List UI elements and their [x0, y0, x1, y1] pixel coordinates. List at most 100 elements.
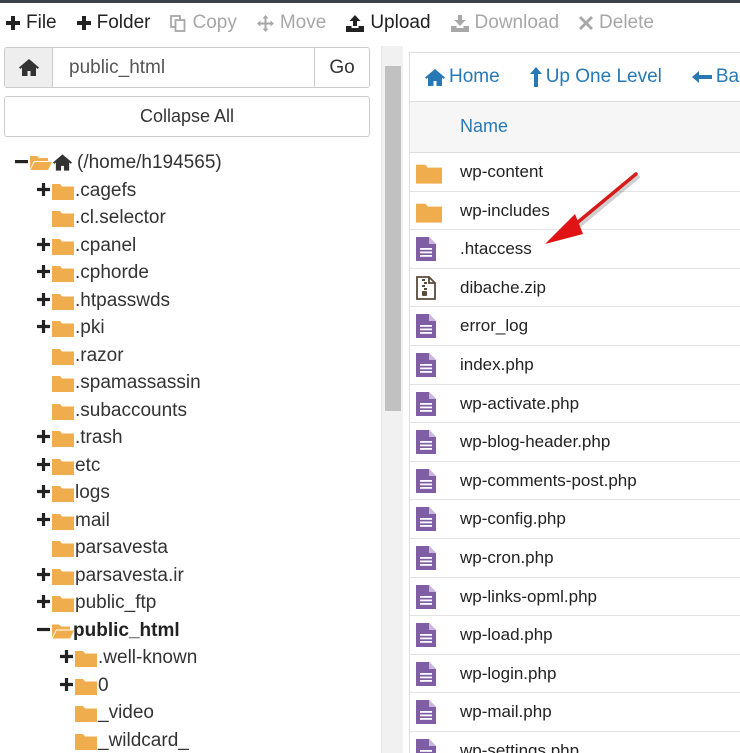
- upload-icon: [346, 14, 365, 32]
- go-button[interactable]: Go: [314, 48, 369, 87]
- file-row[interactable]: wp-includes: [410, 192, 740, 231]
- file-table-body: wp-content wp-includes .htaccess dibache.zi…: [410, 153, 740, 753]
- plus-icon[interactable]: [37, 265, 50, 278]
- tree-item-label: parsavesta.ir: [75, 564, 184, 586]
- file-name: wp-config.php: [460, 509, 566, 529]
- plus-icon[interactable]: [37, 430, 50, 443]
- tree-item[interactable]: logs: [0, 479, 380, 507]
- file-row[interactable]: wp-blog-header.php: [410, 423, 740, 462]
- file-row[interactable]: wp-load.php: [410, 616, 740, 655]
- home-link-label: Home: [449, 66, 500, 87]
- long-arrow-up-icon: [529, 67, 542, 87]
- delete-button[interactable]: Delete: [573, 3, 668, 43]
- plus-icon[interactable]: [37, 237, 50, 251]
- plus-icon[interactable]: [37, 512, 50, 526]
- plus-icon[interactable]: [37, 182, 50, 196]
- folder-icon: [52, 431, 74, 447]
- tree-item-label: public_ftp: [75, 592, 157, 613]
- file-row[interactable]: wp-content: [410, 153, 740, 192]
- plus-icon[interactable]: [37, 567, 50, 581]
- tree-item[interactable]: .razor: [0, 342, 380, 370]
- plus-icon: [6, 16, 20, 30]
- tree-item[interactable]: .pki: [0, 314, 380, 342]
- back-link[interactable]: Back: [691, 66, 740, 88]
- home-directory-button[interactable]: [5, 48, 53, 87]
- folder-icon: [52, 238, 74, 255]
- scrollbar-thumb[interactable]: [385, 66, 401, 411]
- tree-item-label: public_html: [73, 619, 180, 641]
- tree-item[interactable]: .subaccounts: [0, 397, 380, 425]
- tree-item[interactable]: _video: [0, 699, 380, 727]
- file-text-icon: [416, 314, 436, 339]
- new-file-button[interactable]: File: [0, 3, 71, 43]
- file-text-icon: [416, 430, 436, 455]
- file-row[interactable]: wp-login.php: [410, 655, 740, 694]
- copy-button[interactable]: Copy: [164, 3, 250, 43]
- tree-item[interactable]: .cagefs: [0, 177, 380, 205]
- tree-item[interactable]: 0: [0, 672, 380, 700]
- tree-item-label: .cphorde: [75, 262, 149, 283]
- tree-item[interactable]: .trash: [0, 424, 380, 452]
- file-row[interactable]: wp-comments-post.php: [410, 462, 740, 501]
- tree-item[interactable]: .well-known: [0, 644, 380, 672]
- file-row[interactable]: .htaccess: [410, 230, 740, 269]
- download-button[interactable]: Download: [445, 3, 574, 43]
- file-row[interactable]: wp-activate.php: [410, 385, 740, 424]
- tree-item[interactable]: etc: [0, 452, 380, 480]
- folder-icon: [52, 513, 74, 530]
- tree-item-label: .pki: [75, 317, 105, 338]
- folder-icon: [52, 293, 74, 310]
- tree-item[interactable]: public_ftp: [0, 589, 380, 617]
- file-name: wp-activate.php: [460, 393, 580, 413]
- tree-scrollbar[interactable]: [381, 46, 403, 753]
- tree-item[interactable]: .spamassassin: [0, 369, 380, 397]
- plus-icon[interactable]: [37, 485, 50, 498]
- tree-root[interactable]: (/home/h194565): [0, 149, 380, 177]
- tree-item[interactable]: .htpasswds: [0, 287, 380, 315]
- open-folder-icon: [30, 156, 52, 170]
- file-row[interactable]: wp-cron.php: [410, 539, 740, 578]
- up-one-level-link[interactable]: Up One Level: [529, 66, 662, 88]
- plus-icon[interactable]: [60, 677, 73, 691]
- tree-item[interactable]: mail: [0, 507, 380, 535]
- home-link[interactable]: Home: [425, 66, 500, 88]
- tree-item[interactable]: .cphorde: [0, 259, 380, 287]
- file-text-icon: [416, 352, 436, 377]
- up-one-level-label: Up One Level: [545, 66, 662, 87]
- file-text-icon: [416, 584, 436, 609]
- folder-icon: [75, 706, 97, 722]
- plus-icon[interactable]: [60, 650, 73, 663]
- minus-icon[interactable]: [37, 623, 50, 636]
- file-row[interactable]: wp-mail.php: [410, 693, 740, 732]
- plus-icon[interactable]: [37, 595, 50, 608]
- tree-item[interactable]: parsavesta: [0, 534, 380, 562]
- file-row[interactable]: dibache.zip: [410, 269, 740, 308]
- tree-item[interactable]: public_html: [0, 617, 380, 645]
- upload-button[interactable]: Upload: [340, 3, 444, 43]
- file-nav-bar: Home Up One Level Back: [410, 53, 740, 101]
- tree-item[interactable]: .cl.selector: [0, 204, 380, 232]
- file-row[interactable]: wp-settings.php: [410, 732, 740, 753]
- plus-icon[interactable]: [37, 320, 50, 333]
- name-column-header[interactable]: Name: [460, 116, 508, 137]
- new-folder-button[interactable]: Folder: [71, 3, 165, 43]
- move-button[interactable]: Move: [251, 3, 340, 43]
- tree-item[interactable]: .cpanel: [0, 232, 380, 260]
- tree-item-label: etc: [75, 454, 101, 476]
- plus-icon: [76, 16, 91, 30]
- move-label: Move: [279, 12, 327, 33]
- file-name: wp-cron.php: [460, 547, 554, 567]
- file-row[interactable]: wp-links-opml.php: [410, 578, 740, 617]
- tree-item-label: .cl.selector: [75, 207, 166, 228]
- minus-icon[interactable]: [15, 155, 28, 168]
- tree-item[interactable]: parsavesta.ir: [0, 562, 380, 590]
- collapse-all-button[interactable]: Collapse All: [4, 96, 370, 137]
- plus-icon[interactable]: [37, 292, 50, 306]
- file-row[interactable]: wp-config.php: [410, 500, 740, 539]
- file-row[interactable]: error_log: [410, 307, 740, 346]
- path-input[interactable]: [53, 48, 314, 87]
- file-row[interactable]: index.php: [410, 346, 740, 385]
- download-label: Download: [474, 12, 560, 33]
- plus-icon[interactable]: [37, 457, 50, 471]
- tree-item[interactable]: _wildcard_: [0, 727, 380, 753]
